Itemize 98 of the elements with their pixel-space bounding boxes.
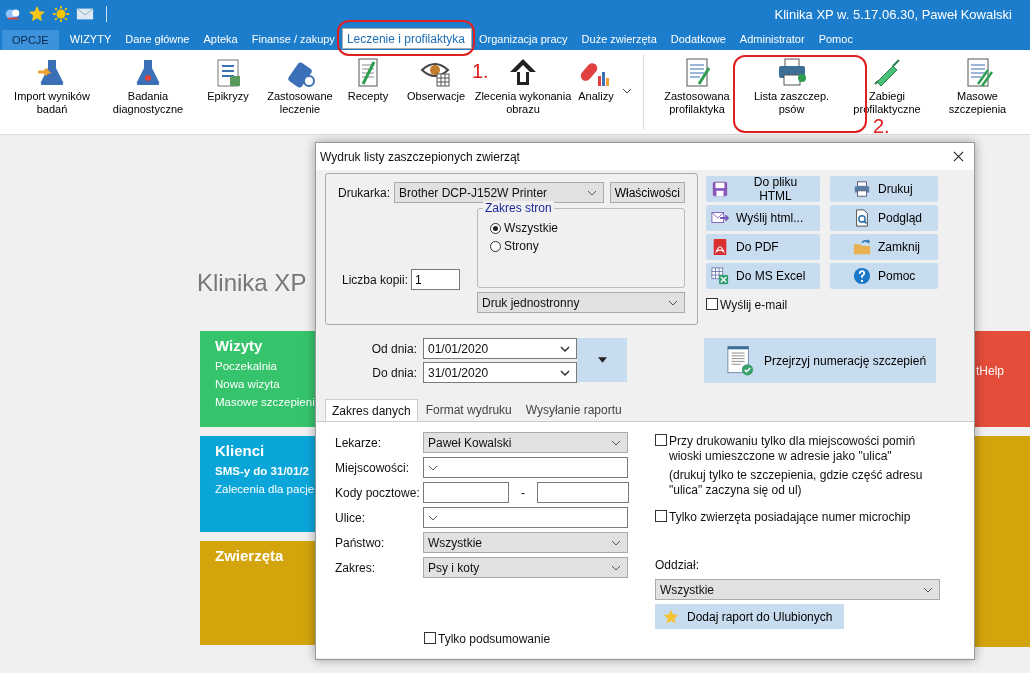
dialog-title: Wydruk listy zaszczepionych zwierząt <box>320 149 520 164</box>
field-label: Miejscowości: <box>335 460 410 475</box>
ribbon-tab[interactable]: WIZYTY <box>62 28 119 50</box>
tab[interactable]: Zakres danych <box>325 399 418 421</box>
ribbon-button[interactable]: Masowe szczepienia <box>934 56 1021 116</box>
group-legend: Zakres stron <box>483 201 554 215</box>
radio-button[interactable]: Wszystkie <box>490 221 674 235</box>
chevron-icon <box>611 564 621 571</box>
action-button[interactable]: Podgląd <box>830 205 938 231</box>
sun-icon[interactable] <box>52 5 70 23</box>
chevron-icon <box>560 369 570 376</box>
copies-field[interactable]: 1 <box>411 269 461 290</box>
dropdown[interactable]: Paweł Kowalski <box>423 432 628 453</box>
duplex-dropdown[interactable]: Druk jednostronny <box>477 292 685 313</box>
ribbon-button[interactable]: Zastosowana profilaktyka <box>651 56 743 116</box>
close-icon[interactable] <box>953 151 964 162</box>
options-menu[interactable]: OPCJE <box>2 30 59 50</box>
printer-icon <box>853 180 871 198</box>
checkbox[interactable]: Tylko zwierzęta posiadające numer microchip <box>655 510 950 525</box>
ribbon-tab[interactable]: Dodatkowe <box>663 28 733 50</box>
magnifier-document-icon <box>853 209 871 227</box>
ribbon-tab[interactable]: Duże zwierzęta <box>574 28 664 50</box>
checkbox[interactable]: Tylko podsumowanie <box>424 632 635 646</box>
field-label: Do dnia: <box>371 365 417 380</box>
hint-text: (drukuj tylko te szczepienia, gdzie część adresu "ulica" zaczyna się od ul) <box>669 468 924 498</box>
ribbon-tab[interactable]: Finanse / zakupy <box>244 28 342 50</box>
chevron-icon <box>428 514 438 521</box>
separator-text: - <box>520 485 526 500</box>
chevron-icon <box>560 345 570 352</box>
field-label: Oddział: <box>655 558 701 572</box>
ribbon-button[interactable]: Badania diagnostyczne <box>104 56 192 116</box>
action-button[interactable]: Pomoc <box>830 263 938 289</box>
caret-icon <box>622 88 632 94</box>
step-number: 1. <box>472 60 489 83</box>
ribbon-button[interactable]: Epikryzy <box>192 56 264 103</box>
dropdown[interactable] <box>423 507 628 528</box>
folder-icon <box>853 238 871 256</box>
dropdown[interactable]: Wszystkie <box>423 532 628 553</box>
chevron-icon <box>611 539 621 546</box>
ribbon-tab[interactable]: Pomoc <box>811 28 860 50</box>
chevron-icon <box>923 586 933 593</box>
field-label: Ulice: <box>335 510 366 525</box>
ribbon-tab[interactable]: Leczenie i profilaktyka <box>341 28 472 49</box>
properties-button[interactable]: Właściwości <box>609 182 685 203</box>
caret-icon <box>597 357 607 363</box>
ribbon-tab[interactable]: Dane główne <box>118 28 197 50</box>
floppy-icon <box>711 180 729 198</box>
action-button[interactable]: Wyślij html... <box>706 205 820 231</box>
ribbon-tab[interactable]: Administrator <box>732 28 812 50</box>
chevron-icon <box>586 189 597 196</box>
dropdown[interactable] <box>423 457 628 478</box>
date-picker[interactable]: 01/01/2020 <box>423 338 577 359</box>
field-label: Od dnia: <box>370 341 417 356</box>
input-field[interactable] <box>423 482 509 503</box>
chevron-icon <box>428 464 438 471</box>
ribbon-button[interactable]: Recepty <box>336 56 400 103</box>
action-button[interactable]: Do PDF <box>706 234 820 260</box>
field-label: Lekarze: <box>335 435 383 450</box>
dropdown[interactable]: Psy i koty <box>423 557 628 578</box>
review-button[interactable]: Przejrzyj numerację szczepień <box>704 338 936 383</box>
field-label: Drukarka: <box>338 185 390 200</box>
document-check-icon <box>726 344 754 377</box>
branch-dropdown[interactable]: Wszystkie <box>655 579 940 600</box>
action-button[interactable]: Zamknij <box>830 234 938 260</box>
field-label: Liczba kopii: <box>342 272 409 287</box>
chevron-icon <box>668 299 678 306</box>
spreadsheet-icon <box>711 267 729 285</box>
printer-dropdown[interactable]: Brother DCP-J152W Printer <box>394 182 604 203</box>
checkbox[interactable]: Wyślij e-mail <box>706 298 938 312</box>
checkbox[interactable]: Przy drukowaniu tylko dla miejscowości pomiń wioski umieszczone w adresie jako "ulica" <box>655 434 950 464</box>
date-picker[interactable]: 31/01/2020 <box>423 362 577 383</box>
tab[interactable]: Format wydruku <box>419 399 518 421</box>
action-button[interactable]: Do MS Excel <box>706 263 820 289</box>
input-field[interactable] <box>537 482 629 503</box>
page-heading: Klinika XP <box>197 269 307 298</box>
ribbon-tab[interactable]: Apteka <box>196 28 245 50</box>
help-icon <box>853 267 871 285</box>
field-label: Kody pocztowe: <box>335 485 421 500</box>
ribbon-button[interactable]: Import wyników badań <box>0 56 104 116</box>
action-button[interactable]: Do pliku HTML <box>706 176 820 202</box>
add-favorite-button[interactable]: Dodaj raport do Ulubionych <box>655 604 845 629</box>
tab[interactable]: Wysyłanie raportu <box>519 399 628 421</box>
star-icon[interactable] <box>28 5 46 23</box>
step-number: 2. <box>873 115 890 138</box>
field-label: Zakres: <box>335 560 376 575</box>
ribbon-button[interactable]: Obserwacje <box>400 56 472 103</box>
pdf-icon <box>711 238 729 256</box>
ribbon-button[interactable]: Zastosowane leczenie <box>264 56 336 116</box>
ribbon-tab[interactable]: Organizacja pracy <box>471 28 575 50</box>
ribbon-button[interactable]: Lista zaszczep. psów <box>743 56 840 116</box>
field-label: Państwo: <box>335 535 386 550</box>
ribbon-button[interactable]: Analizy <box>574 56 636 103</box>
radio-button[interactable]: Strony <box>490 239 674 253</box>
tile-link[interactable]: tHelp <box>976 364 1030 378</box>
chevron-icon <box>611 439 621 446</box>
star-icon <box>663 608 679 625</box>
action-button[interactable]: Drukuj <box>830 176 938 202</box>
window-title: Klinika XP w. 5.17.06.30, Paweł Kowalski <box>774 6 1012 22</box>
